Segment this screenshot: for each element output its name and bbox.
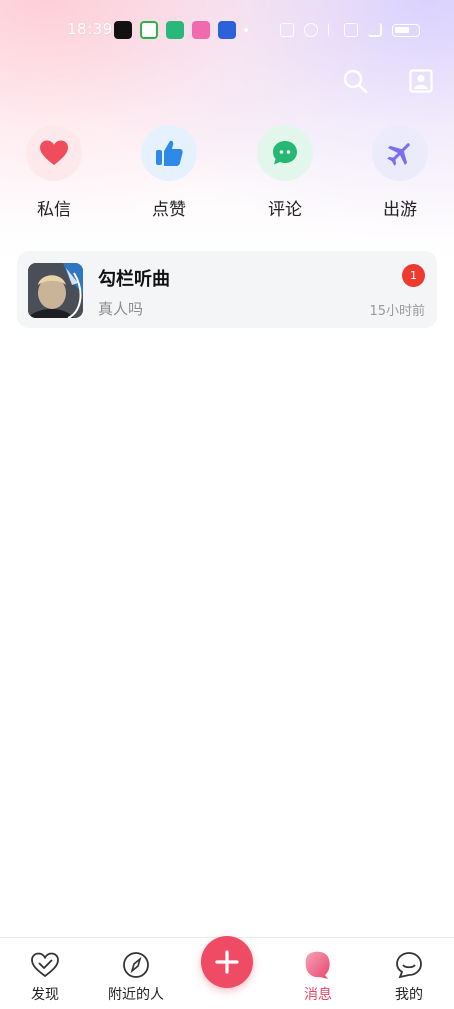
notification-dot-icon [244,28,248,32]
battery-icon [392,23,420,37]
plus-icon [215,950,239,974]
quick-action-private-message[interactable]: 私信 [14,125,94,220]
profile-bubble-icon [396,952,422,979]
quick-action-likes[interactable]: 点赞 [129,125,209,220]
conversation-name: 勾栏听曲 [98,269,170,290]
tab-icon-wrap [91,948,181,982]
blue-app-icon [218,21,236,39]
heart-outline-icon [31,952,59,978]
search-icon [343,69,368,94]
airplane-icon [387,143,410,166]
heart-icon [40,140,68,165]
tab-discover[interactable]: 发现 [0,938,90,1004]
compass-icon [123,952,149,978]
bluetooth-icon [328,23,334,37]
signal-icon [368,23,382,37]
quick-action-label: 评论 [268,200,302,220]
chat-bubble-icon [273,141,297,165]
tab-me[interactable]: 我的 [364,938,454,1004]
conversation-item[interactable]: 勾栏听曲 真人吗 15小时前 1 [17,251,437,328]
contacts-icon [409,69,433,93]
top-actions [340,66,436,96]
search-button[interactable] [340,66,370,96]
quick-action-icon-bg [257,125,313,181]
tab-nearby[interactable]: 附近的人 [91,938,181,1004]
tab-messages[interactable]: 消息 [273,938,363,1004]
douyin-app-icon [114,21,132,39]
hd-icon [344,23,358,37]
tab-icon-wrap [364,948,454,982]
thumbs-up-icon [156,140,183,166]
status-app-icons [114,21,248,39]
quick-action-comments[interactable]: 评论 [245,125,325,220]
status-bar: 18:39 [0,14,454,46]
quick-actions: 私信 点赞 评论 出游 [0,125,454,225]
video-app-icon [140,21,158,39]
quick-action-icon-bg [26,125,82,181]
conversation-time: 15小时前 [369,304,425,319]
tab-label: 我的 [395,987,423,1003]
pink-app-icon [192,21,210,39]
status-time: 18:39 [67,20,113,38]
contacts-button[interactable] [406,66,436,96]
avatar [28,263,83,318]
avatar-image [28,263,83,318]
tab-label: 发现 [31,987,59,1003]
quick-action-icon-bg [141,125,197,181]
tab-icon-wrap [273,948,363,982]
status-indicators [280,23,420,37]
quick-action-label: 出游 [383,200,417,220]
tab-label: 消息 [304,987,332,1003]
message-icon [305,951,330,979]
message-app-icon [166,21,184,39]
tab-icon-wrap [0,948,90,982]
quick-action-icon-bg [372,125,428,181]
quick-action-label: 点赞 [152,200,186,220]
mute-icon [304,23,318,37]
quick-action-travel[interactable]: 出游 [360,125,440,220]
nfc-icon [280,23,294,37]
quick-action-label: 私信 [37,200,71,220]
conversation-last-message: 真人吗 [98,300,144,318]
unread-badge: 1 [402,264,425,287]
create-post-button[interactable] [201,936,253,988]
tab-label: 附近的人 [108,987,164,1003]
